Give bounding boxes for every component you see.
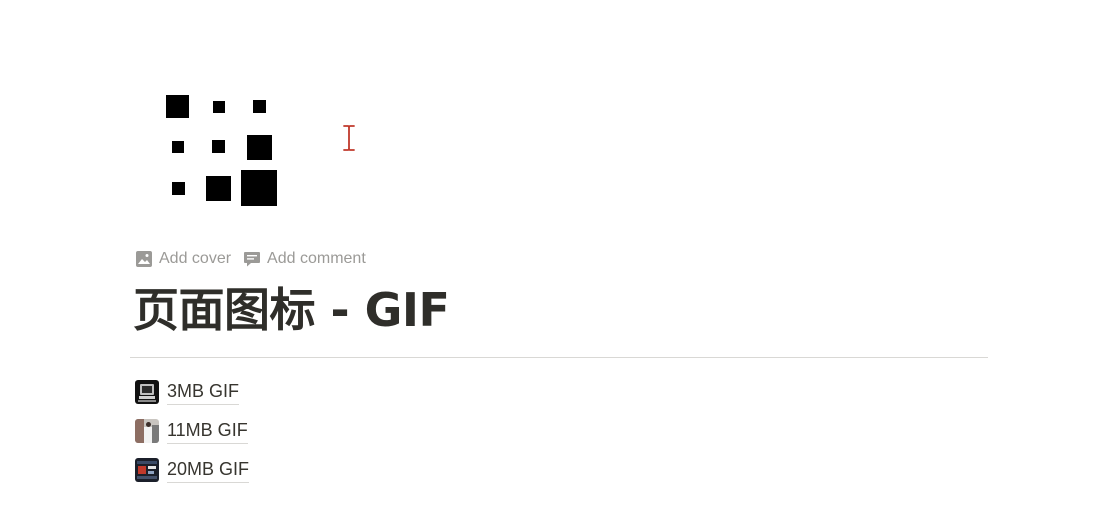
page-links-list: 3MB GIF 11MB GIF 20MB GIF <box>135 372 250 489</box>
page-link-20mb-gif[interactable]: 20MB GIF <box>135 450 250 489</box>
add-cover-button[interactable]: Add cover <box>135 248 231 270</box>
divider <box>130 357 988 358</box>
add-cover-label: Add cover <box>159 250 232 267</box>
page-controls: Add cover Add comment <box>135 248 366 270</box>
icon-square <box>172 141 184 153</box>
icon-square <box>212 140 225 153</box>
add-comment-button[interactable]: Add comment <box>243 248 366 270</box>
page-title[interactable]: 页面图标 - GIF <box>133 280 450 340</box>
dashboard-gif-thumbnail <box>135 457 159 482</box>
icon-square <box>172 182 185 195</box>
comment-icon <box>244 252 261 267</box>
icon-square <box>166 95 189 118</box>
icon-square <box>247 135 272 160</box>
page: Add cover Add comment 页面图标 - GIF 3MB GIF <box>0 0 1120 522</box>
icon-square <box>213 101 225 113</box>
page-link-label: 11MB GIF <box>167 418 248 444</box>
page-link-11mb-gif[interactable]: 11MB GIF <box>135 411 249 450</box>
text-cursor-icon <box>342 124 356 152</box>
page-link-label: 20MB GIF <box>167 457 250 483</box>
icon-square <box>241 170 277 206</box>
image-icon <box>136 251 152 267</box>
icon-square <box>206 176 231 201</box>
computer-gif-thumbnail <box>135 379 159 404</box>
page-icon[interactable] <box>160 90 284 212</box>
people-gif-thumbnail <box>135 418 159 443</box>
icon-square <box>253 100 266 113</box>
add-comment-label: Add comment <box>267 250 366 267</box>
page-link-3mb-gif[interactable]: 3MB GIF <box>135 372 249 411</box>
page-link-label: 3MB GIF <box>167 379 240 405</box>
